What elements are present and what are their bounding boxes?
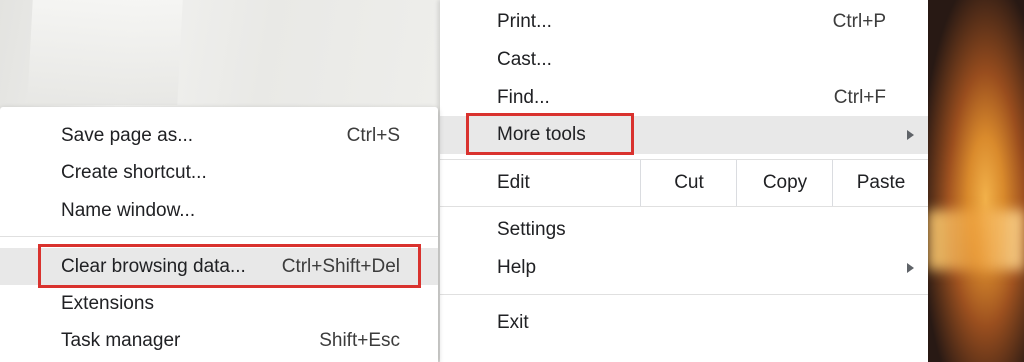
submenu-item-label: Task manager	[61, 330, 181, 351]
submenu-item-task-manager[interactable]: Task manager Shift+Esc	[0, 322, 438, 359]
submenu-item-label: Name window...	[61, 200, 196, 221]
menu-item-label: Help	[497, 257, 537, 278]
menu-item-shortcut: Ctrl+P	[832, 11, 886, 32]
submenu-item-extensions[interactable]: Extensions	[0, 285, 438, 322]
submenu-arrow-icon	[907, 263, 914, 273]
submenu-item-label: Save page as...	[61, 125, 194, 146]
menu-item-label: Print...	[497, 11, 552, 32]
more-tools-highlight-box	[466, 113, 634, 155]
submenu-separator	[0, 236, 438, 237]
menu-separator	[440, 206, 928, 207]
submenu-arrow-icon	[907, 130, 914, 140]
menu-item-help[interactable]: Help	[440, 249, 928, 287]
edit-label: Edit	[497, 172, 530, 193]
menu-item-cast[interactable]: Cast...	[440, 41, 928, 79]
submenu-item-shortcut: Ctrl+S	[346, 125, 400, 146]
chrome-main-menu: Print... Ctrl+P Cast... Find... Ctrl+F M…	[440, 0, 928, 362]
more-tools-submenu: Save page as... Ctrl+S Create shortcut..…	[0, 107, 438, 362]
submenu-item-shortcut: Shift+Esc	[319, 330, 400, 351]
menu-item-label: Exit	[497, 312, 529, 333]
menu-item-find[interactable]: Find... Ctrl+F	[440, 79, 928, 117]
submenu-item-label: Create shortcut...	[61, 162, 207, 183]
menu-item-settings[interactable]: Settings	[440, 211, 928, 249]
menu-separator	[440, 294, 928, 295]
copy-button[interactable]: Copy	[736, 160, 833, 206]
submenu-item-create-shortcut[interactable]: Create shortcut...	[0, 154, 438, 191]
edit-row: Edit Cut Copy Paste	[440, 160, 928, 206]
menu-item-exit[interactable]: Exit	[440, 304, 928, 342]
menu-item-label: Cast...	[497, 49, 552, 70]
background-sunset-glow	[928, 210, 1024, 270]
menu-item-label: Settings	[497, 219, 566, 240]
background-paper	[27, 0, 183, 105]
cut-button[interactable]: Cut	[640, 160, 737, 206]
menu-item-label: Find...	[497, 87, 550, 108]
menu-item-print[interactable]: Print... Ctrl+P	[440, 3, 928, 41]
background-sunset-image	[928, 0, 1024, 362]
submenu-item-name-window[interactable]: Name window...	[0, 192, 438, 229]
paste-button[interactable]: Paste	[832, 160, 929, 206]
menu-item-shortcut: Ctrl+F	[833, 87, 886, 108]
submenu-item-save-page[interactable]: Save page as... Ctrl+S	[0, 117, 438, 154]
submenu-item-label: Extensions	[61, 293, 154, 314]
clear-browsing-highlight-box	[38, 244, 421, 288]
